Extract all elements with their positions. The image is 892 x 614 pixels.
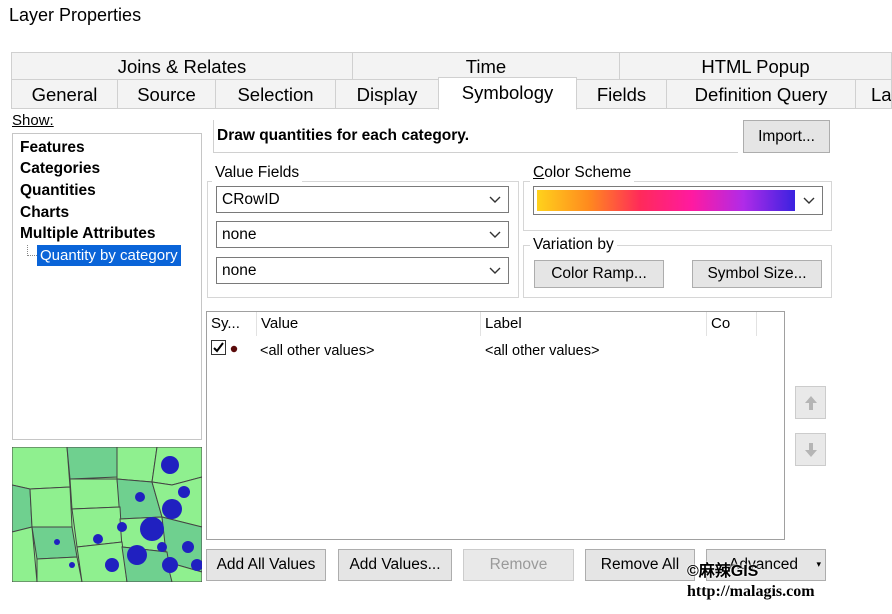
map-region bbox=[12, 447, 71, 490]
map-region bbox=[66, 447, 118, 480]
map-region bbox=[76, 541, 128, 582]
map-region bbox=[12, 484, 33, 533]
tab-labels[interactable]: La bbox=[855, 79, 892, 109]
show-tree[interactable]: Features Categories Quantities Charts Mu… bbox=[12, 133, 202, 440]
map-symbol-dot bbox=[140, 517, 164, 541]
map-symbol-dot bbox=[157, 542, 167, 552]
map-symbol-dot bbox=[178, 486, 190, 498]
remove-all-button[interactable]: Remove All bbox=[585, 549, 695, 581]
map-region bbox=[116, 447, 158, 483]
add-all-values-button[interactable]: Add All Values bbox=[206, 549, 326, 581]
map-symbol-dot bbox=[69, 562, 75, 568]
tab-fields[interactable]: Fields bbox=[576, 79, 667, 109]
column-header-label[interactable]: Label bbox=[481, 312, 707, 336]
dropdown-arrow-icon: ▾ bbox=[816, 559, 821, 569]
tab-symbology[interactable]: Symbology bbox=[438, 77, 577, 110]
map-symbol-dot bbox=[162, 557, 178, 573]
color-ramp-button[interactable]: Color Ramp... bbox=[534, 260, 664, 288]
import-button[interactable]: Import... bbox=[743, 120, 830, 153]
tab-display[interactable]: Display bbox=[335, 79, 439, 109]
arrow-down-icon bbox=[804, 442, 817, 457]
tab-general[interactable]: General bbox=[11, 79, 118, 109]
chevron-down-icon bbox=[803, 197, 815, 204]
chevron-down-icon bbox=[489, 196, 501, 203]
value-fields-label: Value Fields bbox=[212, 164, 303, 182]
value-field-3-select[interactable]: none bbox=[216, 257, 509, 284]
map-preview-image bbox=[12, 447, 202, 582]
color-ramp-swatch bbox=[537, 190, 795, 211]
map-symbol-dot bbox=[127, 545, 147, 565]
tree-item-charts[interactable]: Charts bbox=[20, 204, 69, 222]
color-scheme-label: Color Scheme bbox=[530, 164, 635, 182]
row-label: <all other values> bbox=[485, 343, 600, 359]
symbol-dot-icon bbox=[230, 345, 238, 353]
window-title: Layer Properties bbox=[9, 5, 142, 25]
map-symbol-dot bbox=[182, 541, 194, 553]
arrow-up-icon bbox=[804, 395, 817, 410]
map-symbol-dot bbox=[161, 456, 179, 474]
tab-html-popup[interactable]: HTML Popup bbox=[619, 52, 892, 80]
symbology-description: Draw quantities for each category. bbox=[213, 120, 738, 153]
tree-connector bbox=[27, 245, 37, 256]
map-region bbox=[69, 478, 121, 510]
move-up-button[interactable] bbox=[795, 386, 826, 419]
map-symbol-dot bbox=[105, 558, 119, 572]
column-header-count[interactable]: Co bbox=[707, 312, 757, 336]
map-symbol-dot bbox=[117, 522, 127, 532]
symbol-size-button[interactable]: Symbol Size... bbox=[692, 260, 822, 288]
show-label: Show: bbox=[12, 112, 54, 129]
color-scheme-select[interactable] bbox=[533, 186, 823, 215]
value-field-2-select[interactable]: none bbox=[216, 221, 509, 248]
column-header-value[interactable]: Value bbox=[257, 312, 481, 336]
tab-time[interactable]: Time bbox=[352, 52, 620, 80]
tab-joins-relates[interactable]: Joins & Relates bbox=[11, 52, 353, 80]
tab-source[interactable]: Source bbox=[117, 79, 216, 109]
tree-item-features[interactable]: Features bbox=[20, 139, 85, 157]
watermark-url: http://malagis.com bbox=[687, 583, 815, 600]
map-preview bbox=[12, 447, 202, 582]
checkmark-icon bbox=[213, 342, 224, 353]
tab-definition-query[interactable]: Definition Query bbox=[666, 79, 856, 109]
tree-item-quantities[interactable]: Quantities bbox=[20, 182, 96, 200]
move-down-button[interactable] bbox=[795, 433, 826, 466]
tree-item-multiple-attributes[interactable]: Multiple Attributes bbox=[20, 225, 155, 243]
value-field-1-select[interactable]: CRowID bbox=[216, 186, 509, 213]
tab-selection[interactable]: Selection bbox=[215, 79, 336, 109]
map-symbol-dot bbox=[54, 539, 60, 545]
column-header-symbol[interactable]: Sy... bbox=[207, 312, 257, 336]
map-symbol-dot bbox=[135, 492, 145, 502]
add-values-button[interactable]: Add Values... bbox=[338, 549, 452, 581]
row-value: <all other values> bbox=[260, 343, 375, 359]
map-symbol-dot bbox=[162, 499, 182, 519]
remove-button[interactable]: Remove bbox=[463, 549, 574, 581]
row-checkbox[interactable] bbox=[211, 340, 226, 355]
map-region bbox=[29, 486, 73, 528]
map-region bbox=[36, 556, 83, 582]
tree-item-categories[interactable]: Categories bbox=[20, 160, 100, 178]
variation-label: Variation by bbox=[530, 236, 617, 254]
tree-item-quantity-by-category[interactable]: Quantity by category bbox=[37, 245, 181, 266]
category-table[interactable]: Sy... Value Label Co <all other values> … bbox=[206, 311, 785, 540]
chevron-down-icon bbox=[489, 231, 501, 238]
map-symbol-dot bbox=[93, 534, 103, 544]
chevron-down-icon bbox=[489, 267, 501, 274]
watermark-text: ©麻辣GIS bbox=[687, 563, 759, 580]
